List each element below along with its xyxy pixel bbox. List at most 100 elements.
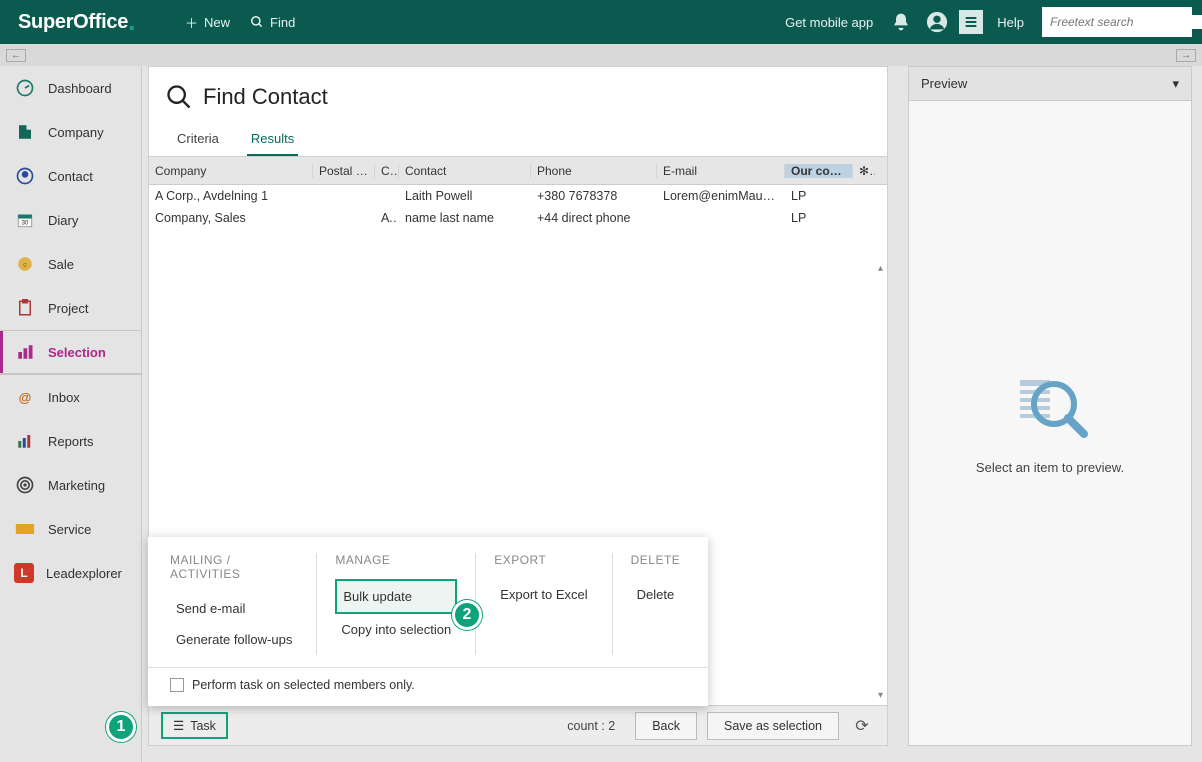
sidebar-item-inbox[interactable]: @ Inbox: [0, 375, 141, 419]
back-button[interactable]: Back: [635, 712, 697, 740]
sidebar-item-service[interactable]: Service: [0, 507, 141, 551]
table-row[interactable]: Company, Sales A ... name last name +44 …: [149, 207, 887, 229]
sidebar-item-label: Leadexplorer: [46, 566, 122, 581]
plus-icon: ＋: [185, 13, 198, 32]
sidebar-item-leadexplorer[interactable]: L Leadexplorer: [0, 551, 141, 595]
popup-heading: MANAGE: [335, 553, 457, 567]
col-c[interactable]: C...: [375, 164, 399, 178]
find-button[interactable]: Find: [240, 9, 305, 36]
app-logo: SuperOffice.: [18, 11, 135, 34]
sidebar-item-label: Inbox: [48, 390, 80, 405]
coin-icon: c: [14, 253, 36, 275]
count-label: count : 2: [567, 719, 615, 733]
building-icon: [14, 121, 36, 143]
sidebar-item-label: Diary: [48, 213, 78, 228]
popup-col-export: EXPORT Export to Excel: [476, 553, 612, 655]
preview-title: Preview: [921, 76, 967, 91]
gauge-icon: [14, 77, 36, 99]
search-icon: [165, 83, 193, 111]
find-label: Find: [270, 15, 295, 30]
freetext-search-input[interactable]: [1050, 15, 1202, 29]
popup-col-delete: DELETE Delete: [613, 553, 699, 655]
refresh-icon[interactable]: ⟳: [849, 716, 875, 736]
popup-col-manage: MANAGE Bulk update Copy into selection: [317, 553, 476, 655]
sidebar-item-label: Service: [48, 522, 91, 537]
menu-item-send-email[interactable]: Send e-mail: [170, 593, 298, 624]
table-body: A Corp., Avdelning 1 Laith Powell +380 7…: [149, 185, 887, 229]
menu-icon[interactable]: [959, 10, 983, 34]
new-button[interactable]: ＋ New: [175, 7, 240, 38]
popup-col-mailing: MAILING / ACTIVITIES Send e-mail Generat…: [170, 553, 317, 655]
sidebar-item-label: Selection: [48, 345, 106, 360]
table-row[interactable]: A Corp., Avdelning 1 Laith Powell +380 7…: [149, 185, 887, 207]
col-phone[interactable]: Phone: [531, 164, 657, 178]
preview-header[interactable]: Preview ▾: [909, 67, 1191, 101]
collapse-right-icon[interactable]: →: [1176, 49, 1196, 62]
target-icon: [14, 474, 36, 496]
at-icon: @: [14, 386, 36, 408]
annotation-badge-2: 2: [452, 600, 482, 630]
tabs: Criteria Results: [149, 123, 887, 157]
menu-item-generate-followups[interactable]: Generate follow-ups: [170, 624, 298, 655]
menu-item-export-excel[interactable]: Export to Excel: [494, 579, 593, 610]
popup-heading: MAILING / ACTIVITIES: [170, 553, 298, 581]
svg-text:c: c: [23, 260, 27, 269]
preview-empty-text: Select an item to preview.: [976, 460, 1124, 475]
task-button[interactable]: ☰ Task: [161, 712, 228, 739]
topbar: SuperOffice. ＋ New Find Get mobile app H…: [0, 0, 1202, 44]
leadexplorer-icon: L: [14, 563, 34, 583]
sidebar-item-company[interactable]: Company: [0, 110, 141, 154]
bars-icon: [14, 430, 36, 452]
perform-on-selected-checkbox[interactable]: Perform task on selected members only.: [170, 678, 686, 692]
menu-item-bulk-update[interactable]: Bulk update: [335, 579, 457, 614]
annotation-badge-1: 1: [106, 712, 136, 742]
checkbox-label: Perform task on selected members only.: [192, 678, 415, 692]
sidebar-item-diary[interactable]: 30 Diary: [0, 198, 141, 242]
sidebar-item-label: Dashboard: [48, 81, 112, 96]
bell-icon[interactable]: [887, 8, 915, 36]
sidebar-item-label: Reports: [48, 434, 94, 449]
checkbox-icon: [170, 678, 184, 692]
col-our-contact[interactable]: Our cont...: [785, 164, 853, 178]
sidebar: Dashboard Company Contact 30 Diary c Sal…: [0, 66, 142, 762]
popup-heading: DELETE: [631, 553, 681, 567]
sidebar-item-label: Company: [48, 125, 104, 140]
get-mobile-app-link[interactable]: Get mobile app: [775, 9, 883, 36]
scroll-up-icon[interactable]: ▴: [878, 263, 883, 274]
menu-item-copy-into-selection[interactable]: Copy into selection: [335, 614, 457, 645]
user-icon[interactable]: [923, 8, 951, 36]
col-postal[interactable]: Postal a...: [313, 164, 375, 178]
new-label: New: [204, 15, 230, 30]
tab-results[interactable]: Results: [247, 123, 298, 156]
main-footer: ☰ Task count : 2 Back Save as selection …: [149, 705, 887, 745]
col-contact[interactable]: Contact: [399, 164, 531, 178]
col-company[interactable]: Company: [149, 164, 313, 178]
ticket-icon: [14, 518, 36, 540]
sidebar-item-project[interactable]: Project: [0, 286, 141, 330]
gear-icon[interactable]: ✻: [853, 164, 875, 178]
collapse-left-icon[interactable]: ←: [6, 49, 26, 62]
freetext-search-box[interactable]: [1042, 7, 1192, 37]
popup-heading: EXPORT: [494, 553, 593, 567]
menu-item-delete[interactable]: Delete: [631, 579, 681, 610]
help-link[interactable]: Help: [987, 9, 1034, 36]
preview-panel: Preview ▾ Select an item to preview.: [908, 66, 1192, 746]
sidebar-item-selection[interactable]: Selection: [0, 330, 141, 374]
hamburger-icon: ☰: [173, 718, 184, 733]
tab-criteria[interactable]: Criteria: [173, 123, 223, 156]
save-as-selection-button[interactable]: Save as selection: [707, 712, 839, 740]
sidebar-item-dashboard[interactable]: Dashboard: [0, 66, 141, 110]
col-email[interactable]: E-mail: [657, 164, 785, 178]
subbar: ← →: [0, 44, 1202, 66]
sidebar-item-label: Sale: [48, 257, 74, 272]
calendar-icon: 30: [14, 209, 36, 231]
person-icon: [14, 165, 36, 187]
task-label: Task: [190, 719, 216, 733]
sidebar-item-marketing[interactable]: Marketing: [0, 463, 141, 507]
sidebar-item-label: Contact: [48, 169, 93, 184]
scroll-down-icon[interactable]: ▾: [878, 690, 883, 701]
sidebar-item-contact[interactable]: Contact: [0, 154, 141, 198]
sidebar-item-reports[interactable]: Reports: [0, 419, 141, 463]
sidebar-item-sale[interactable]: c Sale: [0, 242, 141, 286]
task-menu-popup: MAILING / ACTIVITIES Send e-mail Generat…: [148, 537, 708, 706]
